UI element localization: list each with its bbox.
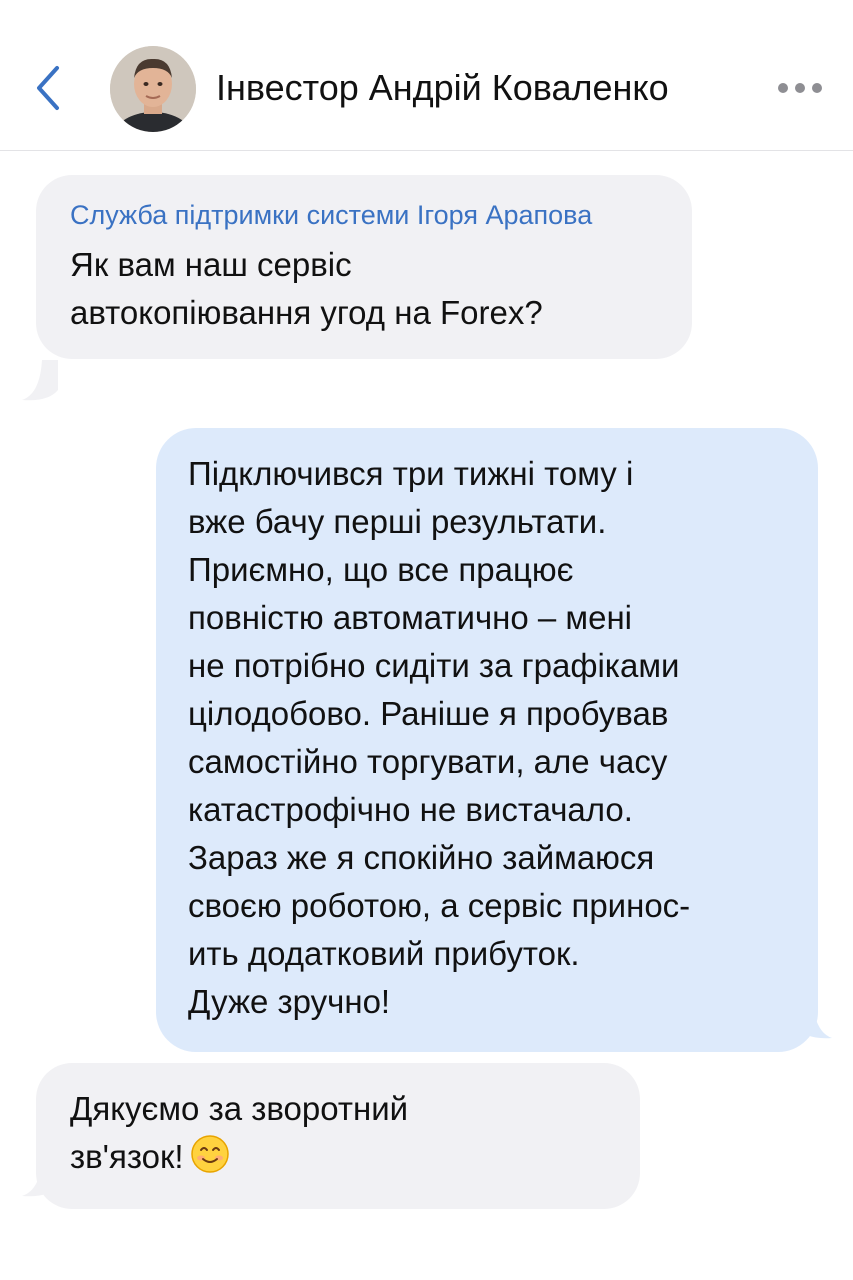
message-bubble-outgoing[interactable]: Підключився три тижні тому і вже бачу пе… [156, 428, 818, 1052]
chat-header: Інвестор Андрій Коваленко [0, 0, 853, 151]
message-bubble-incoming[interactable]: Служба підтримки системи Ігоря Арапова Я… [36, 175, 692, 359]
avatar[interactable] [110, 46, 196, 132]
chevron-left-icon [37, 66, 59, 110]
back-button[interactable] [26, 58, 70, 118]
message-text: Як вам наш сервіс автокопіювання угод на… [70, 246, 543, 331]
more-horizontal-icon [778, 83, 822, 93]
message-text: Дякуємо за зворотний зв'язок! [70, 1090, 409, 1175]
more-button[interactable] [772, 72, 828, 104]
chat-title[interactable]: Інвестор Андрій Коваленко [216, 66, 756, 110]
avatar-photo [110, 46, 196, 132]
message-bubble-incoming[interactable]: Дякуємо за зворотний зв'язок! [36, 1063, 640, 1209]
bubble-tail [22, 360, 58, 401]
message-text: Підключився три тижні тому і вже бачу пе… [188, 455, 691, 1020]
smiling-face-emoji [190, 1135, 229, 1173]
sender-name[interactable]: Служба підтримки системи Ігоря Арапова [70, 197, 630, 233]
